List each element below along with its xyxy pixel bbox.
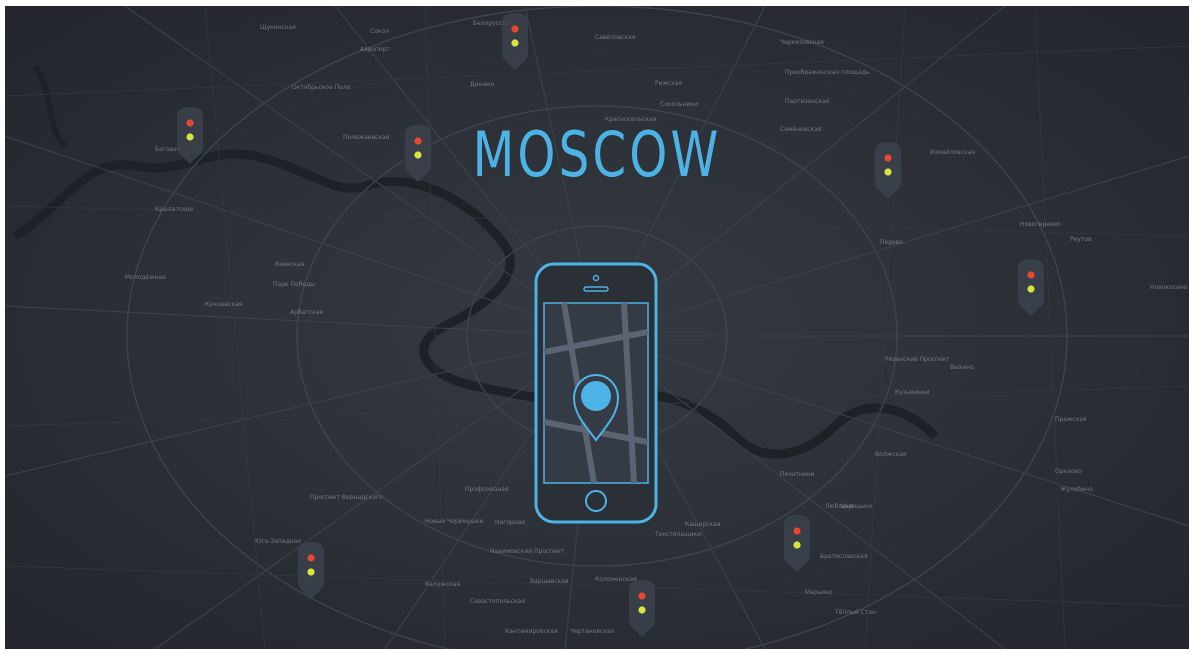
map-label: Севастопольская (470, 598, 525, 605)
red-light (414, 137, 422, 145)
yellow-light (307, 568, 315, 576)
map-label: Кантемировская (505, 628, 558, 635)
map-label: Кузьминки (895, 389, 930, 396)
map-label: Текстильщики (655, 531, 702, 538)
map-label: Выхино (950, 364, 974, 371)
map-label: Юго-Западная (255, 538, 301, 545)
map-label: Нагорная (495, 519, 526, 526)
traffic-light-marker-8[interactable] (627, 579, 657, 639)
map-label: Черкизовская (780, 39, 824, 46)
map-label: Щукинская (260, 24, 296, 31)
map-label: Орехово (1055, 468, 1082, 475)
map-label: Рязанский Проспект (885, 356, 950, 363)
map-label: Волжская (875, 451, 907, 458)
map-label: Нахимовский Проспект (490, 548, 565, 555)
red-light (186, 119, 194, 127)
map-label: Сокол (370, 28, 389, 35)
traffic-light-marker-6[interactable] (296, 541, 326, 601)
yellow-light (638, 606, 646, 614)
traffic-light-marker-2[interactable] (175, 106, 205, 166)
yellow-light (1027, 285, 1035, 293)
red-light (793, 527, 801, 535)
map-label: Молодёжная (125, 274, 166, 281)
map-label: Новогиреево (1020, 221, 1061, 228)
map-label: Новокосино (1150, 284, 1188, 291)
map-label: Перово (880, 239, 903, 246)
map-label: Пражская (1055, 416, 1087, 423)
yellow-light (884, 168, 892, 176)
map-label: Жулебино (1060, 486, 1093, 493)
map-label: Братиславская (820, 553, 868, 560)
map-label: Октябрьское Поле (292, 84, 351, 91)
traffic-light-marker-3[interactable] (403, 124, 433, 184)
map-label: Марьино (805, 589, 833, 596)
map-label: Реутов (1070, 236, 1092, 243)
map-label: Рижская (655, 80, 683, 87)
red-light (884, 154, 892, 162)
map-label: Киевская (275, 261, 305, 268)
city-title: MOSCOW (472, 118, 722, 191)
smartphone-icon (534, 262, 658, 524)
traffic-light-marker-4[interactable] (873, 141, 903, 201)
yellow-light (793, 541, 801, 549)
traffic-light-marker-5[interactable] (1016, 258, 1046, 318)
yellow-light (186, 133, 194, 141)
map-label: Чертановская (570, 628, 615, 635)
map-label: Проспект Вернадского (310, 494, 383, 501)
map-label: Варшавская (530, 578, 569, 585)
map-label: Люблино (825, 503, 854, 510)
map-label: Преображенская площадь (785, 69, 870, 76)
map-label: Профсоюзная (465, 486, 509, 493)
map-label: Партизанская (785, 98, 830, 105)
traffic-light-marker-7[interactable] (782, 514, 812, 574)
map-label: Новые Черёмушки (425, 518, 484, 525)
map-label: Тёплый Стан (835, 609, 876, 616)
map-label: Парк Победы (273, 281, 315, 288)
map-label: Каширская (685, 521, 721, 528)
map-view[interactable]: Щукинская Сокол Аэропорт Динамо Белорусская С… (5, 6, 1189, 649)
yellow-light (511, 39, 519, 47)
red-light (1027, 271, 1035, 279)
map-label: Кунцевская (205, 301, 243, 308)
map-label: Крылатское (155, 206, 194, 213)
map-label: Арбатская (290, 309, 323, 316)
map-label: Печатники (780, 471, 815, 478)
traffic-light-marker-1[interactable] (500, 12, 530, 72)
red-light (638, 592, 646, 600)
map-label: Сокольники (660, 101, 698, 108)
red-light (511, 25, 519, 33)
red-light (307, 554, 315, 562)
map-label: Аэропорт (360, 46, 390, 53)
map-label: Калужская (425, 581, 460, 588)
map-label: Савёловская (595, 34, 636, 41)
map-label: Динамо (470, 81, 495, 88)
yellow-light (414, 151, 422, 159)
